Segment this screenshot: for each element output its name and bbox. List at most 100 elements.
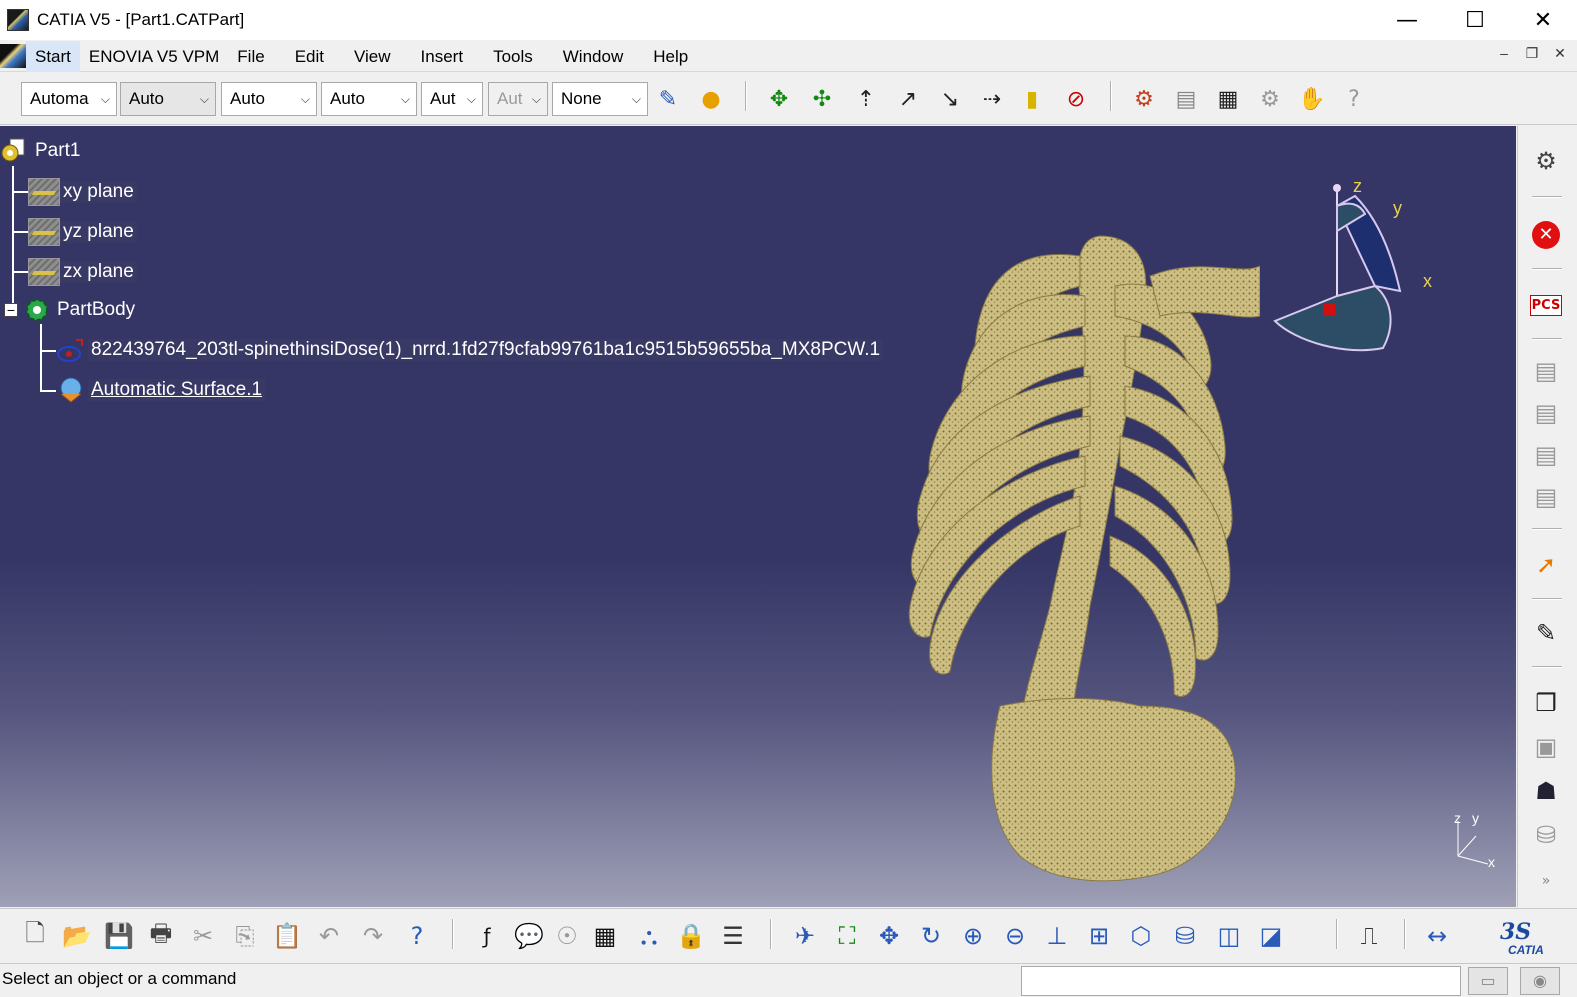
- swap-space-icon[interactable]: ◪: [1254, 919, 1288, 953]
- spine-ribcage-model[interactable]: [900, 226, 1260, 886]
- status-button-1[interactable]: ▭: [1468, 967, 1508, 995]
- mdi-close-button[interactable]: ✕: [1551, 45, 1569, 62]
- align-icon[interactable]: ⇢: [976, 83, 1008, 115]
- tree-node-partbody[interactable]: − PartBody: [0, 295, 138, 325]
- arrow-icon[interactable]: ↗: [892, 83, 924, 115]
- fill-color-combo[interactable]: Automa ⌵: [21, 82, 117, 116]
- zoom-in-icon[interactable]: ⊕: [956, 919, 990, 953]
- fly-mode-icon[interactable]: ✈: [788, 919, 822, 953]
- part-design-icon[interactable]: ❒: [1526, 684, 1566, 722]
- save-icon[interactable]: 💾: [102, 919, 136, 953]
- painter-brush-icon[interactable]: ✎: [652, 83, 684, 115]
- tree-node-xy-plane[interactable]: xy plane: [28, 177, 137, 207]
- status-prompt: Select an object or a command: [2, 969, 237, 988]
- minimize-button[interactable]: —: [1373, 0, 1441, 40]
- menu-insert[interactable]: Insert: [412, 41, 473, 72]
- part-gear-icon: [0, 137, 30, 165]
- design-table-icon[interactable]: ▦: [588, 919, 622, 953]
- cloud-filter-icon: ▤: [1534, 399, 1558, 427]
- measure-between-icon[interactable]: ⎍: [1352, 919, 1386, 953]
- table-icon[interactable]: ▦: [1212, 83, 1244, 115]
- more-tools-icon[interactable]: »: [1526, 862, 1566, 900]
- compass-y-label: y: [1393, 198, 1402, 218]
- rendering-style-combo: Aut ⌵: [488, 82, 548, 116]
- hide-show-icon[interactable]: ◫: [1212, 919, 1246, 953]
- tree-node-yz-plane[interactable]: yz plane: [28, 217, 137, 247]
- line-thickness-combo[interactable]: Auto ⌵: [221, 82, 317, 116]
- combo-value: Aut: [497, 89, 523, 108]
- comment-icon[interactable]: 💬: [512, 919, 546, 953]
- whats-this-icon[interactable]: ?: [400, 919, 434, 953]
- iso-view-icon[interactable]: ⬡: [1124, 919, 1158, 953]
- menu-help[interactable]: Help: [644, 41, 697, 72]
- new-file-icon[interactable]: 🗋: [18, 919, 52, 953]
- open-folder-icon[interactable]: 📂: [60, 919, 94, 953]
- measure-icon[interactable]: ▮: [1016, 83, 1048, 115]
- menu-enovia[interactable]: ENOVIA V5 VPM: [80, 41, 228, 72]
- line-type-combo[interactable]: Auto ⌵: [321, 82, 417, 116]
- tree-graph-icon[interactable]: ⛬: [632, 919, 666, 953]
- offset-icon[interactable]: ↘: [934, 83, 966, 115]
- list-icon[interactable]: ☰: [716, 919, 750, 953]
- chevron-down-icon: ⌵: [100, 92, 110, 106]
- layer-combo[interactable]: None ⌵: [552, 82, 648, 116]
- transparency-combo[interactable]: Auto ⌵: [120, 82, 216, 116]
- point-symbol-combo[interactable]: Aut ⌵: [421, 82, 483, 116]
- gear-grid-icon: ⚙: [1260, 86, 1280, 112]
- tree-node-zx-plane[interactable]: zx plane: [28, 257, 137, 287]
- pcs-label: PCS: [1529, 294, 1563, 316]
- chevron-down-icon: ⌵: [199, 92, 209, 106]
- tree-node-automatic-surface[interactable]: Automatic Surface.1: [56, 375, 266, 405]
- 3d-compass[interactable]: z y x: [1265, 176, 1445, 366]
- tree-node-cloud-import[interactable]: 822439764_203tl-spinethinsiDose(1)_nrrd.…: [56, 335, 884, 365]
- tree-node-part1[interactable]: Part1: [0, 136, 83, 166]
- status-button-2[interactable]: ◉: [1520, 967, 1560, 995]
- close-button[interactable]: ✕: [1509, 0, 1577, 40]
- mesh-icon[interactable]: ☗: [1526, 772, 1566, 810]
- menu-view[interactable]: View: [345, 41, 400, 72]
- mdi-minimize-button[interactable]: –: [1495, 45, 1513, 62]
- measure-item-icon[interactable]: ↔: [1420, 919, 1454, 953]
- copy-icon: ⎘: [235, 922, 255, 950]
- combo-value: Aut: [430, 89, 456, 108]
- combo-value: Auto: [330, 89, 365, 108]
- lock-icon[interactable]: 🔒: [674, 919, 708, 953]
- maximize-button[interactable]: ☐: [1441, 0, 1509, 40]
- menu-tools[interactable]: Tools: [484, 41, 542, 72]
- pan-icon[interactable]: ✥: [872, 919, 906, 953]
- fit-all-icon[interactable]: ⛶: [830, 919, 864, 953]
- plane-icon: [28, 178, 60, 206]
- rotate-icon[interactable]: ✣: [806, 83, 838, 115]
- formula-icon[interactable]: ƒ: [470, 919, 504, 953]
- menu-file[interactable]: File: [228, 41, 273, 72]
- zoom-out-icon[interactable]: ⊖: [998, 919, 1032, 953]
- snap-icon[interactable]: ⇡: [850, 83, 882, 115]
- help-icon: ?: [1348, 86, 1360, 112]
- power-input-field[interactable]: [1021, 966, 1461, 996]
- tree-label-part1: Part1: [35, 140, 81, 161]
- pcs-icon[interactable]: PCS: [1526, 286, 1566, 324]
- collapse-toggle-icon[interactable]: −: [4, 303, 18, 317]
- clash-icon[interactable]: ⊘: [1060, 83, 1092, 115]
- apply-material-icon[interactable]: ●: [695, 83, 727, 115]
- sketch-icon[interactable]: ✎: [1526, 614, 1566, 652]
- paste-icon[interactable]: 📋: [270, 919, 304, 953]
- rotate-view-icon[interactable]: ↻: [914, 919, 948, 953]
- exit-workbench-icon[interactable]: ✕: [1526, 216, 1566, 254]
- 3d-viewport[interactable]: Part1 xy plane yz plane zx plane − PartB…: [0, 126, 1516, 907]
- gear-icon[interactable]: ⚙: [1526, 142, 1566, 180]
- menu-start[interactable]: Start: [26, 40, 80, 72]
- shading-icon[interactable]: ⛁: [1168, 919, 1202, 953]
- move-icon[interactable]: ✥: [763, 83, 795, 115]
- catia-menu-icon[interactable]: [0, 44, 26, 68]
- cloud-merge-icon: ▤: [1534, 441, 1558, 469]
- menu-edit[interactable]: Edit: [286, 41, 333, 72]
- menu-window[interactable]: Window: [554, 41, 632, 72]
- mdi-restore-button[interactable]: ❐: [1523, 45, 1541, 62]
- select-arrow-icon[interactable]: ➚: [1526, 546, 1566, 584]
- cloud-import-icon: [56, 336, 86, 364]
- analysis-icon[interactable]: ⚙: [1128, 83, 1160, 115]
- multi-view-icon[interactable]: ⊞: [1082, 919, 1116, 953]
- print-icon[interactable]: 🖶: [144, 919, 178, 953]
- normal-view-icon[interactable]: ⊥: [1040, 919, 1074, 953]
